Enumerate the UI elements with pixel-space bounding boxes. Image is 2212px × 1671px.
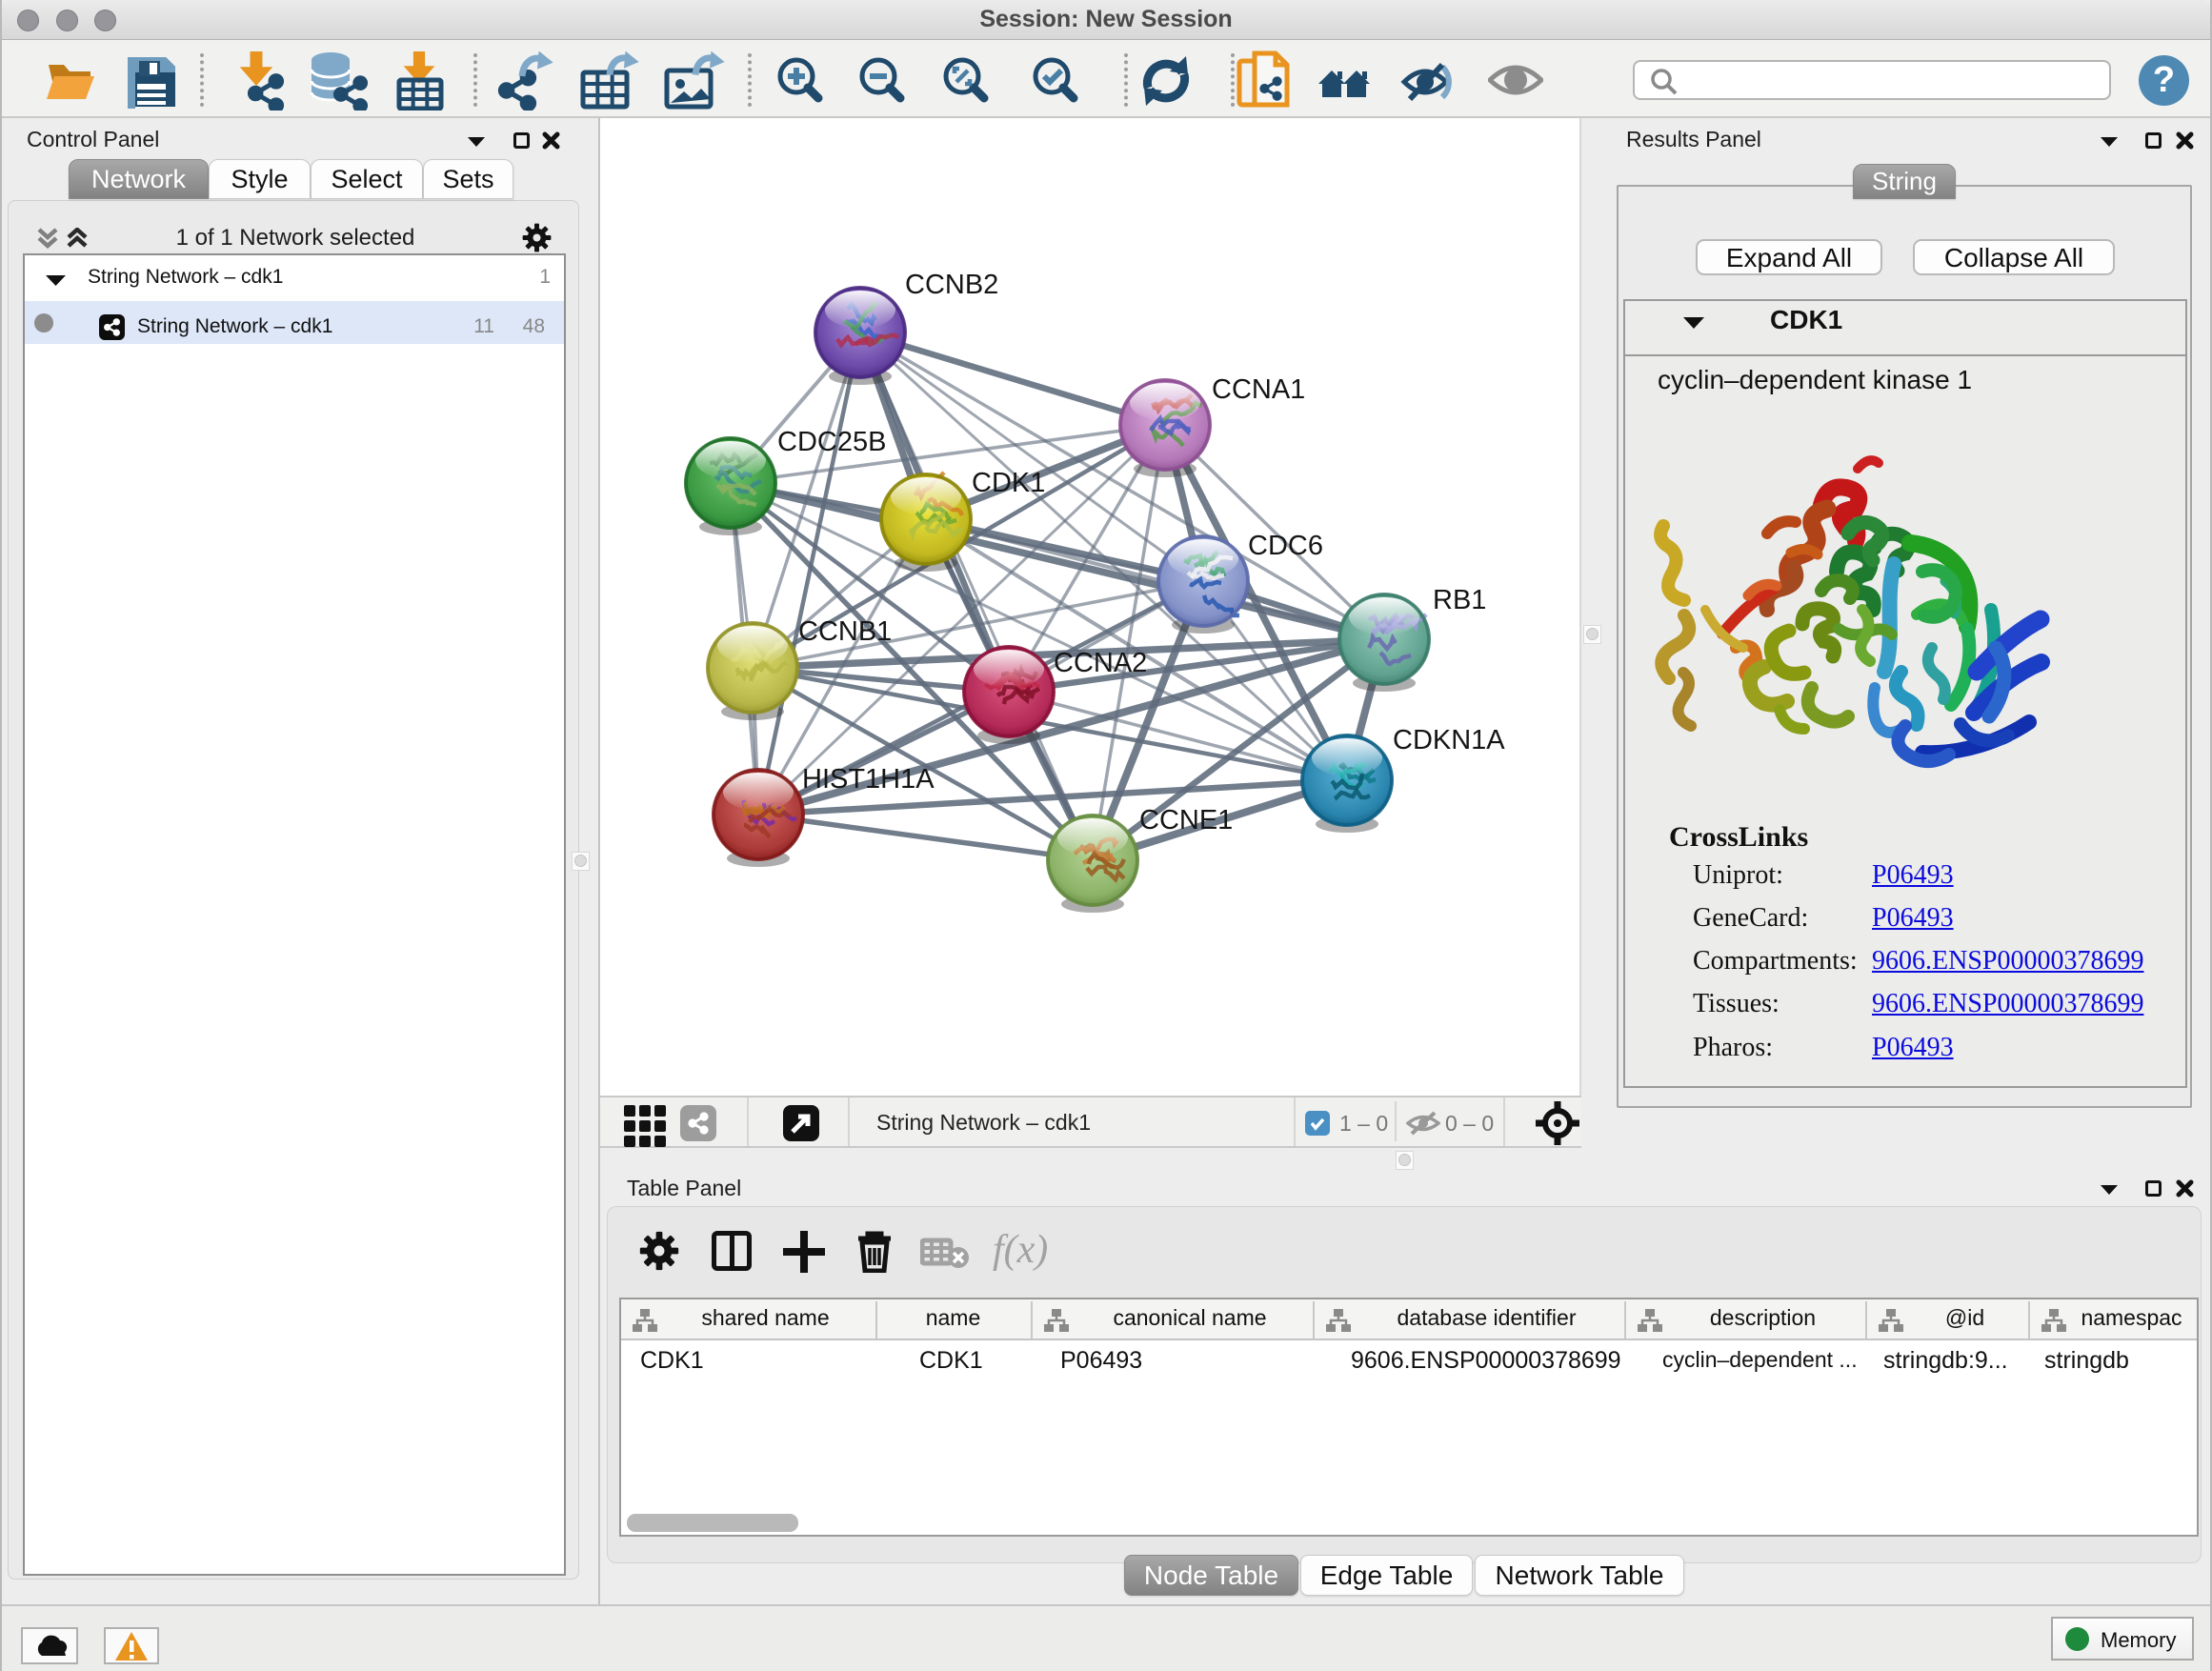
svg-text:CCNA1: CCNA1 — [1212, 374, 1305, 405]
svg-text:CCNA2: CCNA2 — [1054, 648, 1147, 678]
svg-text:RB1: RB1 — [1433, 585, 1486, 615]
svg-text:CCNE1: CCNE1 — [1139, 805, 1233, 836]
svg-text:CDC6: CDC6 — [1248, 531, 1323, 561]
svg-text:CDK1: CDK1 — [972, 468, 1045, 498]
svg-text:CCNB1: CCNB1 — [798, 616, 892, 647]
svg-text:HIST1H1A: HIST1H1A — [802, 764, 935, 795]
svg-text:CDKN1A: CDKN1A — [1393, 725, 1505, 755]
svg-text:CCNB2: CCNB2 — [905, 270, 998, 300]
svg-text:CDC25B: CDC25B — [777, 427, 886, 457]
